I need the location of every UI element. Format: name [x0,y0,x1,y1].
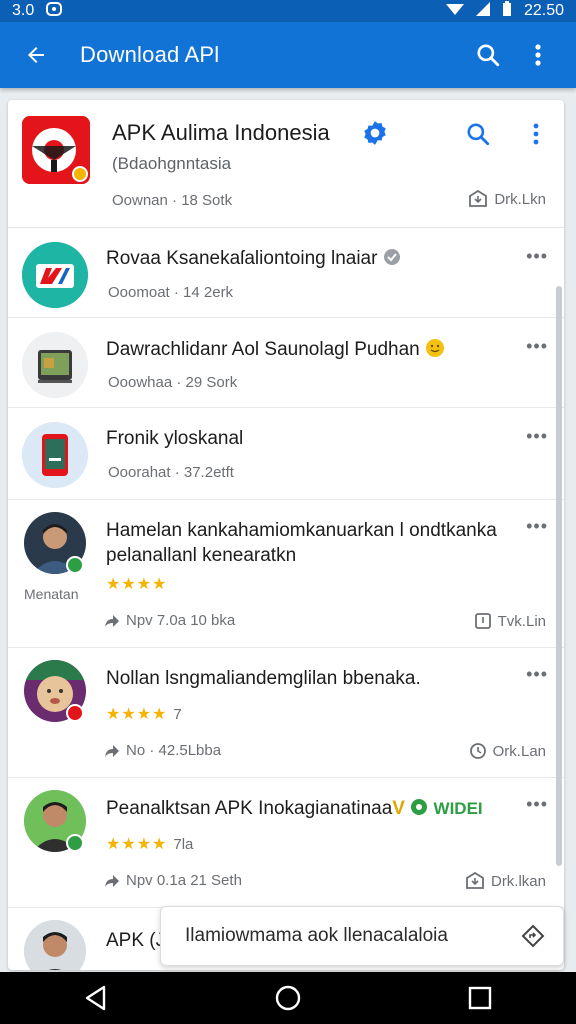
feed-item[interactable]: Peanalktsan APK InokagianatinaaV WIDEI ★… [8,778,564,908]
search-icon [477,44,500,67]
emoji-icon [425,339,445,360]
verified-check-icon [66,556,84,574]
share-arrow-icon [105,874,119,887]
feed-item-title: Peanalktsan APK InokagianatinaaV WIDEI [106,798,483,819]
square-recents-icon [468,986,492,1010]
gear-badge-icon [410,798,428,819]
list-item[interactable]: Fronik yloskanal Ooorahat · 37.2etft ••• [8,408,564,500]
list-item-meta: Ooorahat · 37.2etft [108,464,234,481]
page-title: Download APl [80,42,220,67]
app-header-card[interactable]: APK Aulima Indonesia (Bdaohgnntasia Oown… [8,100,564,228]
more-horiz-icon[interactable]: ••• [526,426,548,447]
list-item[interactable]: Rovaa Ksanekaſaliontoing lnaiar Ooomoat … [8,228,564,318]
feed-item-action[interactable]: Ork.Lan [469,742,546,760]
app-bar: Download APl [0,22,576,88]
rating-stars: ★★★★ [106,576,168,593]
list-item-title: Rovaa Ksanekaſaliontoing lnaiar [106,248,401,270]
app-subtitle: (Bdaohgnntasia [112,154,232,173]
share-arrow-icon [105,744,119,757]
feed-item[interactable]: Nollan lsngmaliandemglilan bbenaka. ★★★★… [8,648,564,778]
app-icon [22,422,88,488]
status-left-text: 3.0 [12,2,35,19]
download-box-icon [469,190,488,207]
rating-stars: ★★★★ 7 [106,706,182,723]
scrollbar[interactable] [556,286,562,866]
battery-icon [502,0,512,22]
status-bar: 3.0 22.50 [0,0,576,22]
feed-item-meta: Npv 7.0a 10 bka [104,612,235,629]
app-meta: Oownan · 18 Sotk [112,192,233,209]
list-item-title: Dawrachlidanr Aol Saunolagl Pudhan [106,338,445,361]
rating-stars: ★★★★ 7la [106,836,194,853]
card-more-button[interactable] [520,116,552,152]
app-logo [22,116,90,184]
more-horiz-icon[interactable]: ••• [526,246,548,267]
tag-label: WIDEI [433,799,483,818]
list-item-meta: Ooowhaa · 29 Sork [108,374,238,391]
circle-home-icon [275,985,301,1011]
more-horiz-icon[interactable]: ••• [526,794,548,815]
notification-icon [46,1,63,22]
overflow-menu-button[interactable] [518,35,558,75]
list-item[interactable]: Dawrachlidanr Aol Saunolagl Pudhan Ooowh… [8,318,564,408]
verified-badge-icon [362,120,388,151]
system-nav-bar [0,972,576,1024]
search-button[interactable] [468,35,508,75]
live-badge-icon [66,704,84,722]
snackbar[interactable]: Ilamiowmama aok llenacalaloia [160,906,564,966]
app-icon [22,242,88,308]
more-horiz-icon[interactable]: ••• [526,516,548,537]
download-action[interactable]: Drk.Lkn [468,190,546,208]
feed-item-meta: Npv 0.1a 21 Seth [104,872,242,889]
status-time: 22.50 [523,2,564,19]
card-search-button[interactable] [460,116,496,152]
download-box-icon [466,872,484,889]
feed-item-title: Hamelan kankahamiomkanuarkan l ondtkanka… [106,520,497,566]
triangle-back-icon [85,985,106,1011]
info-icon [383,248,401,269]
more-vert-icon [535,44,541,66]
clock-icon [469,743,486,759]
app-icon [22,332,88,398]
nav-recents-button[interactable] [450,976,510,1020]
signal-icon [475,1,490,21]
more-horiz-icon[interactable]: ••• [526,664,548,685]
list-item-meta: Ooomoat · 14 2erk [108,284,234,301]
feed-item-action[interactable]: Drk.lkan [465,872,546,890]
feed-item-title: Nollan lsngmaliandemglilan bbenaka. [106,668,421,689]
more-vert-icon [533,123,539,145]
feed-item-meta: No · 42.5Lbba [104,742,221,759]
arrow-back-icon [28,47,44,63]
back-button[interactable] [18,37,54,73]
navigate-diamond-icon[interactable] [521,924,545,948]
app-name: APK Aulima Indonesia [112,120,330,145]
snackbar-text: Ilamiowmama aok llenacalaloia [185,925,448,946]
download-box-icon [474,613,491,629]
nav-home-button[interactable] [258,976,318,1020]
user-name: Menatan [24,586,79,602]
download-label: Drk.Lkn [494,190,546,208]
feed-item-action[interactable]: Tvk.Lin [474,612,546,630]
wifi-icon [445,2,464,21]
list-item-title: Fronik yloskanal [106,428,244,449]
share-arrow-icon [105,614,119,627]
verified-check-icon [66,834,84,852]
search-icon [467,123,490,146]
more-horiz-icon[interactable]: ••• [526,336,548,357]
content-sheet: APK Aulima Indonesia (Bdaohgnntasia Oown… [8,100,564,970]
nav-back-button[interactable] [66,976,126,1020]
user-avatar [24,920,86,970]
feed-item[interactable]: Menatan Hamelan kankahamiomkanuarkan l o… [8,500,564,648]
